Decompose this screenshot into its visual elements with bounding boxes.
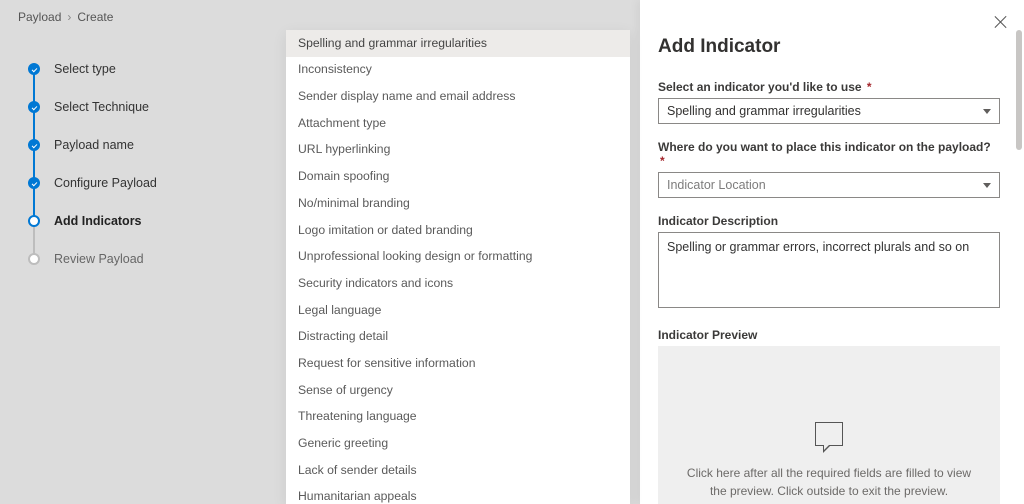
breadcrumb-item-create: Create [77, 10, 113, 24]
option-item[interactable]: Sender display name and email address [286, 83, 630, 110]
option-item[interactable]: Unprofessional looking design or formatt… [286, 243, 630, 270]
field-label-description: Indicator Description [658, 214, 1000, 228]
indicator-select[interactable]: Spelling and grammar irregularities [658, 98, 1000, 124]
checkmark-icon [28, 139, 40, 151]
checkmark-icon [28, 177, 40, 189]
scrollbar[interactable] [1016, 30, 1022, 150]
option-item[interactable]: Attachment type [286, 110, 630, 137]
option-item[interactable]: Domain spoofing [286, 163, 630, 190]
step-label: Select type [54, 62, 116, 76]
field-label-preview: Indicator Preview [658, 328, 1000, 342]
add-indicator-panel: Add Indicator Select an indicator you'd … [640, 0, 1024, 504]
option-item[interactable]: Security indicators and icons [286, 270, 630, 297]
step-label: Payload name [54, 138, 134, 152]
option-item[interactable]: Generic greeting [286, 430, 630, 457]
preview-hint-text: Click here after all the required fields… [682, 464, 976, 500]
breadcrumb-item-payload[interactable]: Payload [18, 10, 61, 24]
option-item[interactable]: No/minimal branding [286, 190, 630, 217]
step-label: Add Indicators [54, 214, 142, 228]
field-label-location: Where do you want to place this indicato… [658, 140, 1000, 168]
indicator-options-listbox[interactable]: Spelling and grammar irregularities Inco… [286, 30, 630, 504]
step-label: Configure Payload [54, 176, 157, 190]
label-text: Where do you want to place this indicato… [658, 140, 991, 154]
panel-title: Add Indicator [658, 36, 1000, 58]
indicator-preview-area[interactable]: Click here after all the required fields… [658, 346, 1000, 504]
step-label: Select Technique [54, 100, 149, 114]
required-asterisk: * [660, 154, 665, 168]
circle-icon [28, 253, 40, 265]
field-label-indicator: Select an indicator you'd like to use * [658, 80, 1000, 94]
option-item[interactable]: URL hyperlinking [286, 137, 630, 164]
label-text: Select an indicator you'd like to use [658, 80, 862, 94]
connector-line [33, 112, 35, 140]
close-icon[interactable] [992, 14, 1010, 32]
chevron-down-icon [983, 109, 991, 114]
connector-line [33, 74, 35, 102]
chevron-right-icon: › [67, 10, 71, 24]
option-item[interactable]: Inconsistency [286, 57, 630, 84]
dropdown-value: Spelling and grammar irregularities [667, 104, 861, 118]
option-item[interactable]: Spelling and grammar irregularities [286, 30, 630, 57]
connector-line [33, 226, 35, 254]
option-item[interactable]: Distracting detail [286, 323, 630, 350]
connector-line [33, 188, 35, 216]
breadcrumb: Payload › Create [0, 0, 640, 32]
connector-line [33, 150, 35, 178]
option-item[interactable]: Logo imitation or dated branding [286, 217, 630, 244]
checkmark-icon [28, 63, 40, 75]
step-label: Review Payload [54, 252, 144, 266]
option-item[interactable]: Threatening language [286, 403, 630, 430]
chevron-down-icon [983, 183, 991, 188]
option-item[interactable]: Lack of sender details [286, 457, 630, 484]
required-asterisk: * [867, 80, 872, 94]
location-select[interactable]: Indicator Location [658, 172, 1000, 198]
option-item[interactable]: Legal language [286, 297, 630, 324]
dropdown-placeholder: Indicator Location [667, 178, 766, 192]
option-item[interactable]: Sense of urgency [286, 377, 630, 404]
description-textarea[interactable]: Spelling or grammar errors, incorrect pl… [658, 232, 1000, 308]
chat-bubble-icon [815, 422, 843, 446]
option-item[interactable]: Request for sensitive information [286, 350, 630, 377]
checkmark-icon [28, 101, 40, 113]
option-item[interactable]: Humanitarian appeals [286, 483, 630, 504]
circle-icon [28, 215, 40, 227]
